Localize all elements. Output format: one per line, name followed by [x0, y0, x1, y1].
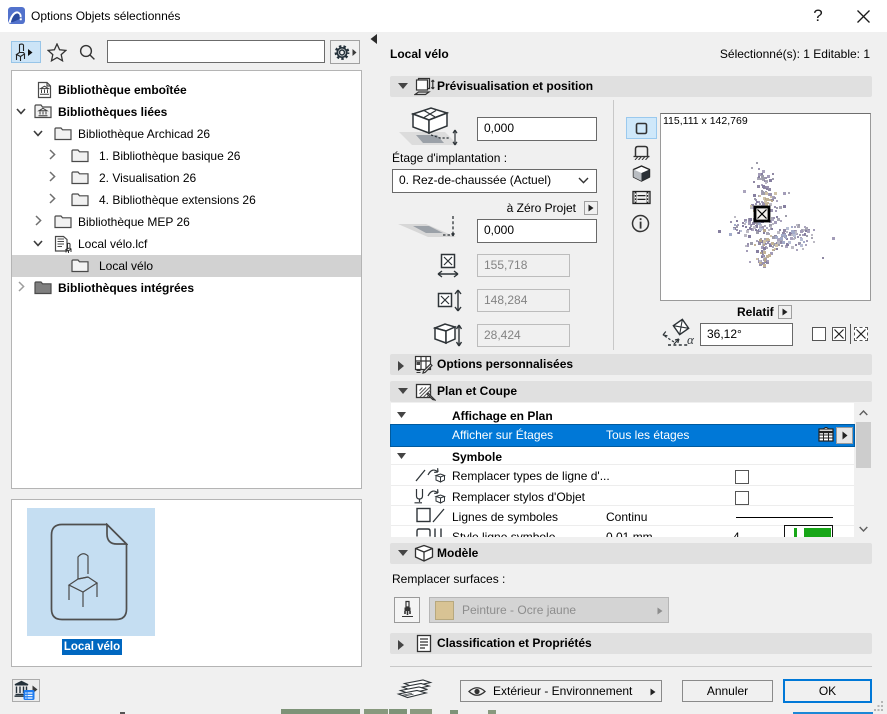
svg-text:α: α [687, 332, 695, 347]
